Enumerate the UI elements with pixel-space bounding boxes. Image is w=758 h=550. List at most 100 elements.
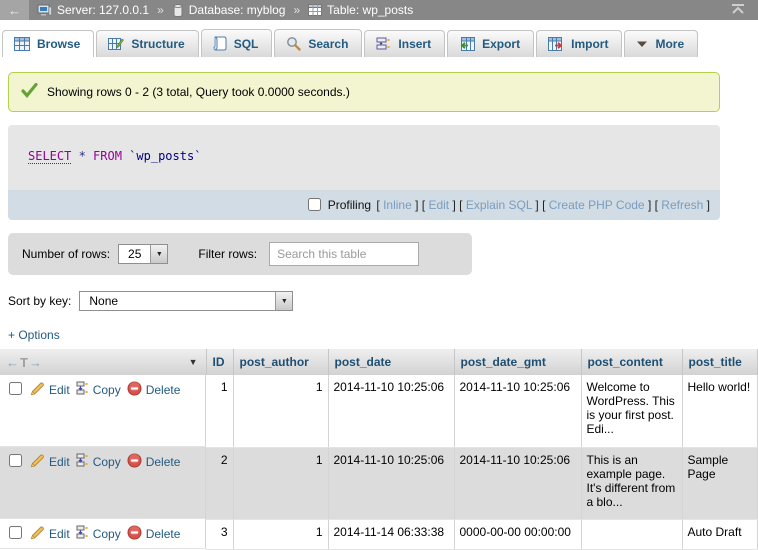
delete-icon	[127, 381, 142, 399]
copy-link[interactable]: Copy	[76, 453, 121, 470]
copy-icon	[76, 381, 89, 398]
sql-table-ref: `wp_posts`	[122, 149, 201, 163]
tab-export[interactable]: Export	[447, 30, 534, 57]
table-body: Edit Copy Delete 1 1 2014-11-10 10:25:06…	[0, 375, 758, 549]
delete-link[interactable]: Delete	[127, 525, 181, 543]
breadcrumb-server[interactable]: Server: 127.0.0.1	[57, 3, 149, 17]
options-toggle-link[interactable]: + Options	[8, 328, 60, 342]
number-of-rows-select[interactable]: 25 ▼	[118, 244, 168, 264]
sql-query-box: SELECT * FROM `wp_posts` Profiling [ Inl…	[8, 125, 720, 220]
breadcrumb-separator: »	[293, 3, 300, 17]
delete-icon	[127, 525, 142, 543]
cell-id: 1	[206, 375, 233, 447]
sort-caret-icon[interactable]: ▼	[189, 357, 200, 367]
delete-link[interactable]: Delete	[127, 381, 181, 399]
table-icon	[308, 4, 322, 16]
collapse-panel-icon[interactable]	[730, 3, 746, 18]
chevron-down-icon	[636, 40, 648, 48]
pencil-icon	[30, 381, 45, 399]
column-header-post-content[interactable]: post_content	[581, 349, 682, 375]
tab-structure[interactable]: Structure	[96, 30, 198, 57]
back-arrow-icon: ←	[8, 3, 21, 18]
filter-rows-label: Filter rows:	[198, 247, 257, 261]
status-message: Showing rows 0 - 2 (3 total, Query took …	[8, 72, 720, 112]
row-checkbox[interactable]	[9, 382, 22, 395]
pencil-icon	[30, 453, 45, 471]
sql-link-create-php-code[interactable]: Create PHP Code	[549, 198, 645, 212]
cell-post-title: Sample Page	[682, 447, 758, 519]
column-header-post-title[interactable]: post_title	[682, 349, 758, 375]
sql-link-edit[interactable]: Edit	[428, 198, 449, 212]
server-icon	[37, 4, 52, 17]
transpose-icons[interactable]: ←T→	[6, 355, 43, 370]
results-table: ←T→ ▼ ID post_author post_date post_date…	[0, 349, 758, 550]
sql-link-refresh[interactable]: Refresh	[661, 198, 703, 212]
arrow-left-icon[interactable]: ←	[6, 355, 20, 370]
sort-by-key-select[interactable]: None ▼	[79, 291, 293, 311]
tab-label: Search	[308, 37, 348, 51]
sort-by-key-value: None	[80, 292, 275, 310]
results-header-row: ←T→ ▼ ID post_author post_date post_date…	[0, 349, 758, 375]
cell-post-date-gmt: 2014-11-10 10:25:06	[454, 447, 581, 519]
row-checkbox[interactable]	[9, 454, 22, 467]
select-arrow-icon: ▼	[150, 245, 167, 263]
edit-link[interactable]: Edit	[30, 525, 70, 543]
number-of-rows-value: 25	[119, 245, 150, 263]
breadcrumb-database[interactable]: Database: myblog	[189, 3, 286, 17]
column-header-post-date[interactable]: post_date	[328, 349, 454, 375]
export-icon	[459, 37, 475, 51]
cell-post-title: Hello world!	[682, 375, 758, 447]
tab-label: Export	[482, 37, 520, 51]
breadcrumb-table[interactable]: Table: wp_posts	[327, 3, 413, 17]
server-breadcrumb-bar: ← Server: 127.0.0.1 » Database: myblog »…	[0, 0, 758, 20]
tab-sql[interactable]: SQL	[201, 29, 273, 57]
copy-link[interactable]: Copy	[76, 381, 121, 398]
sql-link-inline[interactable]: Inline	[383, 198, 412, 212]
cell-post-date: 2014-11-14 06:33:38	[328, 519, 454, 549]
column-header-id[interactable]: ID	[206, 349, 233, 375]
cell-post-date: 2014-11-10 10:25:06	[328, 375, 454, 447]
tab-import[interactable]: Import	[536, 30, 622, 57]
sql-keyword-from: FROM	[93, 149, 122, 163]
browse-icon	[14, 37, 30, 51]
sql-footer-bar: Profiling [ Inline ] [ Edit ] [ Explain …	[8, 190, 720, 220]
back-arrow-button[interactable]: ←	[0, 0, 29, 20]
database-icon	[172, 4, 184, 17]
row-actions-cell: Edit Copy Delete	[0, 375, 206, 447]
success-check-icon	[21, 83, 38, 101]
cell-post-date-gmt: 2014-11-10 10:25:06	[454, 375, 581, 447]
tab-search[interactable]: Search	[274, 29, 362, 57]
sql-star: *	[71, 149, 93, 163]
sql-icon	[213, 36, 227, 51]
column-header-post-author[interactable]: post_author	[233, 349, 328, 375]
search-icon	[286, 36, 301, 51]
cell-post-author: 1	[233, 519, 328, 549]
filter-rows-input[interactable]	[269, 242, 419, 266]
structure-icon	[108, 37, 124, 51]
cell-post-content: This is an example page. It's different …	[581, 447, 682, 519]
tab-insert[interactable]: Insert	[364, 30, 445, 57]
tab-browse[interactable]: Browse	[2, 30, 94, 57]
tab-more[interactable]: More	[624, 30, 698, 57]
tab-label: Insert	[398, 37, 431, 51]
row-controls-panel: Number of rows: 25 ▼ Filter rows:	[8, 233, 472, 275]
row-checkbox[interactable]	[9, 526, 22, 539]
sort-by-key-row: Sort by key: None ▼	[8, 291, 758, 311]
edit-link[interactable]: Edit	[30, 381, 70, 399]
column-header-post-date-gmt[interactable]: post_date_gmt	[454, 349, 581, 375]
copy-icon	[76, 525, 89, 542]
sql-query-text: SELECT * FROM `wp_posts`	[8, 125, 720, 190]
sql-action-links: [ Inline ] [ Edit ] [ Explain SQL ] [ Cr…	[376, 198, 710, 212]
tab-label: More	[655, 37, 684, 51]
cell-post-date-gmt: 0000-00-00 00:00:00	[454, 519, 581, 549]
sql-link-explain-sql[interactable]: Explain SQL	[466, 198, 532, 212]
column-header-actions[interactable]: ←T→ ▼	[0, 349, 206, 375]
arrow-right-icon[interactable]: →	[29, 355, 43, 370]
sql-keyword-select: SELECT	[28, 149, 71, 164]
tee-icon[interactable]: T	[20, 355, 29, 370]
table-tab-bar: Browse Structure SQL Search Insert Expor…	[0, 20, 758, 57]
delete-link[interactable]: Delete	[127, 453, 181, 471]
copy-link[interactable]: Copy	[76, 525, 121, 542]
edit-link[interactable]: Edit	[30, 453, 70, 471]
profiling-checkbox[interactable]	[308, 198, 321, 211]
